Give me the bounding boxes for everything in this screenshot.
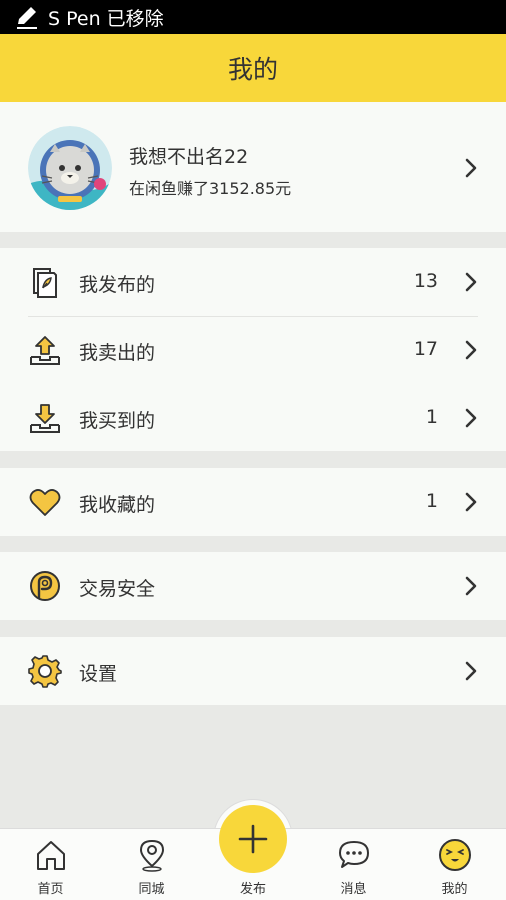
page-header: 我的 [0, 34, 506, 102]
home-icon [36, 841, 65, 870]
menu-item-published[interactable]: 我发布的 13 [0, 248, 506, 316]
chevron-right-icon [465, 158, 477, 178]
bought-count: 1 [425, 406, 438, 428]
upload-box-icon [30, 336, 60, 365]
document-icon [33, 268, 57, 298]
menu-item-label: 我买到的 [79, 410, 156, 432]
status-text: S Pen 已移除 [48, 7, 164, 30]
shield-p-icon [30, 571, 60, 601]
profile-name: 我想不出名22 [129, 146, 249, 168]
tab-label: 首页 [37, 882, 64, 897]
menu-item-sold[interactable]: 我卖出的 17 [0, 316, 506, 384]
publish-label: 发布 [239, 882, 266, 897]
tab-messages[interactable]: 消息 [303, 829, 404, 900]
menu-item-label: 我发布的 [79, 274, 156, 296]
favorites-count: 1 [425, 490, 438, 512]
security-group: 交易安全 [0, 552, 506, 620]
menu-item-label: 设置 [79, 663, 118, 685]
location-pin-icon [139, 839, 164, 872]
tab-label: 同城 [138, 882, 165, 897]
menu-item-security[interactable]: 交易安全 [0, 552, 506, 620]
gear-icon [28, 655, 62, 688]
tab-label: 我的 [441, 882, 468, 897]
heart-icon [29, 489, 61, 516]
published-count: 13 [413, 270, 438, 292]
chevron-right-icon [465, 492, 477, 512]
chevron-right-icon [465, 661, 477, 681]
menu-item-favorites[interactable]: 我收藏的 1 [0, 468, 506, 536]
settings-group: 设置 [0, 637, 506, 705]
orders-group: 我发布的 13 我卖出的 17 我买到的 1 [0, 248, 506, 451]
chevron-right-icon [465, 576, 477, 596]
tab-home[interactable]: 首页 [0, 829, 101, 900]
chevron-right-icon [465, 340, 477, 360]
menu-item-label: 我卖出的 [79, 342, 156, 364]
download-box-icon [30, 404, 60, 433]
tab-nearby[interactable]: 同城 [101, 829, 202, 900]
seal-avatar-icon [28, 126, 112, 210]
menu-item-label: 我收藏的 [79, 494, 156, 516]
avatar[interactable] [28, 126, 112, 210]
status-bar: S Pen 已移除 [0, 0, 506, 34]
pen-icon [17, 7, 37, 29]
menu-item-bought[interactable]: 我买到的 1 [0, 384, 506, 452]
menu-item-label: 交易安全 [79, 578, 156, 600]
tab-label: 消息 [340, 882, 367, 897]
sold-count: 17 [413, 338, 438, 360]
profile-card[interactable]: 我想不出名22 在闲鱼赚了3152.85元 [0, 102, 506, 232]
chat-bubble-icon [338, 841, 369, 868]
chevron-right-icon [465, 272, 477, 292]
publish-button[interactable] [219, 805, 287, 873]
favorites-group: 我收藏的 1 [0, 468, 506, 536]
smiley-face-icon [438, 839, 471, 871]
menu-item-settings[interactable]: 设置 [0, 637, 506, 705]
profile-earnings: 在闲鱼赚了3152.85元 [129, 179, 292, 198]
plus-icon [238, 824, 268, 854]
tab-mine[interactable]: 我的 [404, 829, 505, 900]
chevron-right-icon [465, 408, 477, 428]
page-title: 我的 [227, 55, 278, 84]
